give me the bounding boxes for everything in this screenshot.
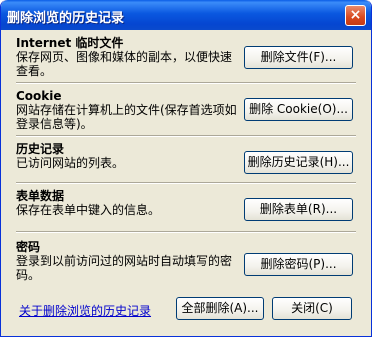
close-button[interactable]: 关闭(C) <box>272 297 352 320</box>
section-description: 保存网页、图像和媒体的副本，以便快速查看。 <box>16 50 233 78</box>
dialog-title: 删除浏览的历史记录 <box>7 11 125 26</box>
separator <box>16 82 356 84</box>
section-description: 登录到以前访问过的网站时自动填写的密码。 <box>16 254 233 282</box>
section-description: 保存在表单中键入的信息。 <box>16 203 161 217</box>
section-description: 已访问网站的列表。 <box>16 156 125 170</box>
separator <box>16 182 356 184</box>
separator <box>16 135 356 137</box>
delete-passwords-button[interactable]: 删除密码(P)... <box>244 253 353 276</box>
delete-history-button[interactable]: 删除历史记录(H)... <box>244 151 353 174</box>
section-description: 网站存储在计算机上的文件(保存首选项如登录信息等)。 <box>16 103 237 131</box>
section-title: 密码 <box>16 240 41 254</box>
delete-files-button[interactable]: 删除文件(F)... <box>244 46 353 69</box>
title-bar: 删除浏览的历史记录 × <box>1 0 371 30</box>
delete-cookies-button[interactable]: 删除 Cookie(O)... <box>244 98 353 121</box>
separator <box>16 231 356 233</box>
delete-all-button[interactable]: 全部删除(A)... <box>176 297 264 320</box>
close-icon[interactable]: × <box>345 5 366 26</box>
delete-forms-button[interactable]: 删除表单(R)... <box>244 198 353 221</box>
delete-history-dialog: 删除浏览的历史记录 × Internet 临时文件 保存网页、图像和媒体的副本，… <box>0 0 372 337</box>
dialog-content: Internet 临时文件 保存网页、图像和媒体的副本，以便快速查看。 删除文件… <box>4 30 368 333</box>
about-history-link[interactable]: 关于删除浏览的历史记录 <box>19 302 151 319</box>
